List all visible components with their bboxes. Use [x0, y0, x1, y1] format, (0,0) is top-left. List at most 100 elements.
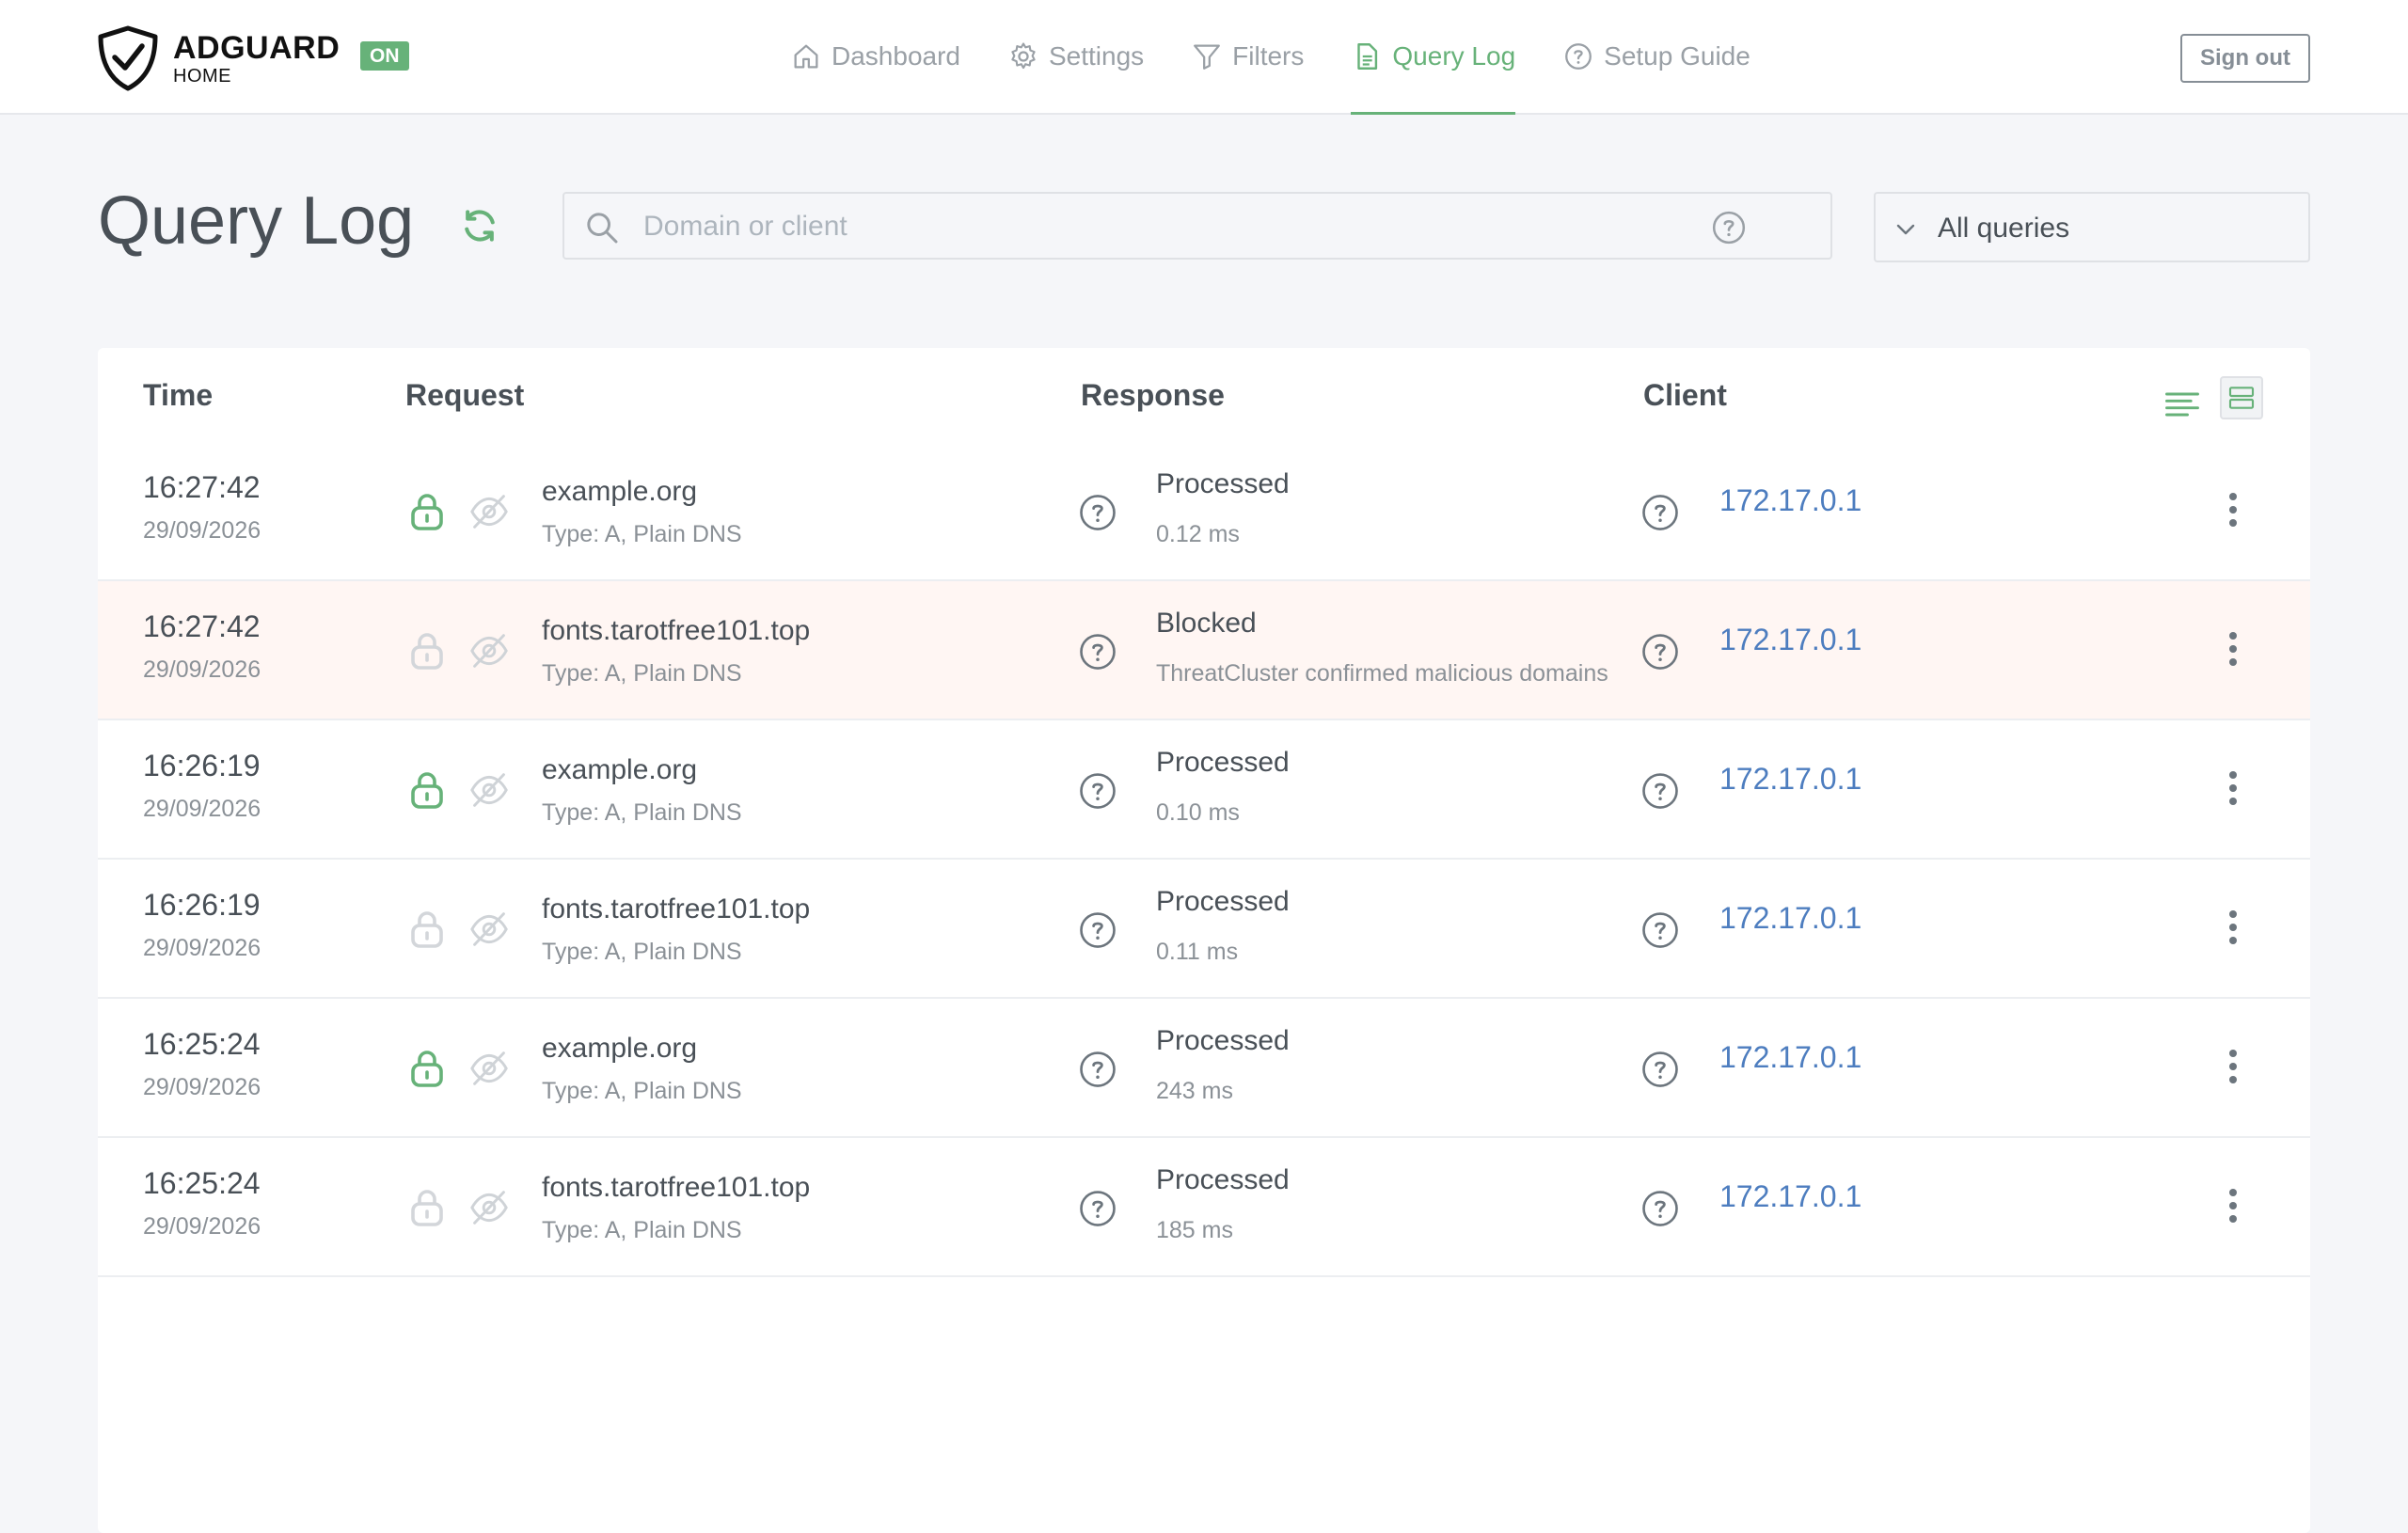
- help-circle-icon[interactable]: [1078, 493, 1117, 532]
- lock-icon: [411, 1051, 443, 1087]
- nav-query-log[interactable]: Query Log: [1351, 0, 1516, 115]
- lock-icon: [411, 633, 443, 670]
- row-time: 16:25:24: [143, 1027, 261, 1061]
- table-row[interactable]: 16:26:19 29/09/2026 example.org Type: A,…: [98, 720, 2310, 860]
- shield-check-icon: [98, 25, 158, 91]
- row-time: 16:27:42: [143, 470, 261, 504]
- adguard-logo[interactable]: ADGUARD HOME: [96, 24, 340, 92]
- column-request: Request: [405, 378, 525, 412]
- help-circle-icon: [1565, 42, 1592, 70]
- main-nav: Dashboard Settings Filters Query Log Set…: [790, 0, 1798, 115]
- help-circle-icon[interactable]: [1078, 1189, 1117, 1228]
- help-circle-icon[interactable]: [1640, 1189, 1680, 1228]
- query-type-selected: All queries: [1938, 213, 2070, 244]
- help-circle-icon[interactable]: [1078, 771, 1117, 811]
- help-circle-icon[interactable]: [1710, 209, 1748, 246]
- help-circle-icon[interactable]: [1640, 632, 1680, 672]
- column-response: Response: [1081, 378, 1225, 412]
- row-date: 29/09/2026: [143, 1074, 261, 1100]
- eye-off-icon: [470, 1191, 508, 1225]
- row-domain: example.org: [542, 476, 698, 507]
- home-icon: [794, 44, 818, 68]
- table-header: Time Request Response Client: [98, 348, 2310, 442]
- row-response-status: Blocked: [1156, 608, 1257, 639]
- row-response-detail: 185 ms: [1156, 1217, 1233, 1243]
- refresh-icon[interactable]: [459, 205, 500, 246]
- table-body: 16:27:42 29/09/2026 example.org Type: A,…: [98, 442, 2310, 1277]
- row-query-type: Type: A, Plain DNS: [542, 660, 742, 687]
- row-date: 29/09/2026: [143, 517, 261, 544]
- nav-settings-label: Settings: [1048, 40, 1145, 71]
- nav-dashboard[interactable]: Dashboard: [790, 0, 960, 115]
- row-domain: fonts.tarotfree101.top: [542, 893, 811, 925]
- query-log-table: Time Request Response Client 16:27:42 29…: [98, 348, 2310, 1533]
- search-input[interactable]: [642, 205, 1680, 248]
- row-time: 16:26:19: [143, 749, 261, 782]
- row-date: 29/09/2026: [143, 796, 261, 822]
- search-icon: [587, 213, 618, 244]
- row-client-link[interactable]: 172.17.0.1: [1719, 483, 1861, 518]
- row-client-link[interactable]: 172.17.0.1: [1719, 1040, 1861, 1075]
- help-circle-icon[interactable]: [1078, 1050, 1117, 1089]
- brand-subtitle: HOME: [173, 65, 231, 87]
- row-query-type: Type: A, Plain DNS: [542, 1078, 742, 1104]
- list-view-icon[interactable]: [2162, 384, 2203, 425]
- help-circle-icon[interactable]: [1640, 910, 1680, 950]
- row-client-link[interactable]: 172.17.0.1: [1719, 1179, 1861, 1214]
- eye-off-icon: [470, 634, 508, 668]
- row-domain: example.org: [542, 754, 698, 785]
- row-client-link[interactable]: 172.17.0.1: [1719, 762, 1861, 797]
- more-vertical-icon[interactable]: [2214, 489, 2252, 530]
- row-response-detail: 0.11 ms: [1156, 939, 1239, 965]
- help-circle-icon[interactable]: [1078, 910, 1117, 950]
- more-vertical-icon[interactable]: [2214, 1185, 2252, 1226]
- row-date: 29/09/2026: [143, 656, 261, 683]
- compact-view-button[interactable]: [2220, 376, 2263, 419]
- search-field: [562, 192, 1832, 260]
- row-client-link[interactable]: 172.17.0.1: [1719, 901, 1861, 936]
- help-circle-icon[interactable]: [1078, 632, 1117, 672]
- help-circle-icon[interactable]: [1640, 771, 1680, 811]
- row-domain: fonts.tarotfree101.top: [542, 1172, 811, 1203]
- table-row[interactable]: 16:25:24 29/09/2026 fonts.tarotfree101.t…: [98, 1138, 2310, 1277]
- row-response-detail: 0.12 ms: [1156, 521, 1240, 547]
- rows-view-icon: [2228, 387, 2255, 409]
- nav-settings[interactable]: Settings: [1007, 0, 1144, 115]
- more-vertical-icon[interactable]: [2214, 767, 2252, 809]
- eye-off-icon: [470, 912, 508, 946]
- row-time: 16:25:24: [143, 1166, 261, 1200]
- help-circle-icon[interactable]: [1640, 1050, 1680, 1089]
- row-response-status: Processed: [1156, 1025, 1290, 1056]
- table-row[interactable]: 16:26:19 29/09/2026 fonts.tarotfree101.t…: [98, 860, 2310, 999]
- sign-out-button[interactable]: Sign out: [2180, 34, 2310, 83]
- row-domain: example.org: [542, 1033, 698, 1064]
- gear-icon: [1011, 41, 1036, 69]
- table-row[interactable]: 16:25:24 29/09/2026 example.org Type: A,…: [98, 999, 2310, 1138]
- lock-icon: [411, 911, 443, 948]
- row-response-detail: ThreatCluster confirmed malicious domain…: [1156, 660, 1608, 687]
- nav-setup-guide[interactable]: Setup Guide: [1562, 0, 1751, 115]
- nav-setup-guide-label: Setup Guide: [1604, 40, 1751, 71]
- nav-filters[interactable]: Filters: [1191, 0, 1304, 115]
- nav-filters-label: Filters: [1232, 40, 1305, 71]
- more-vertical-icon[interactable]: [2214, 907, 2252, 948]
- row-response-detail: 0.10 ms: [1156, 799, 1240, 826]
- lock-icon: [411, 1190, 443, 1226]
- lock-icon: [411, 772, 443, 809]
- table-row[interactable]: 16:27:42 29/09/2026 fonts.tarotfree101.t…: [98, 581, 2310, 720]
- more-vertical-icon[interactable]: [2214, 628, 2252, 670]
- nav-query-log-label: Query Log: [1392, 40, 1516, 71]
- chevron-down-icon: [1896, 224, 1915, 235]
- row-query-type: Type: A, Plain DNS: [542, 939, 742, 965]
- filter-icon: [1194, 44, 1221, 70]
- help-circle-icon[interactable]: [1640, 493, 1680, 532]
- more-vertical-icon[interactable]: [2214, 1046, 2252, 1087]
- row-client-link[interactable]: 172.17.0.1: [1719, 623, 1861, 657]
- table-row[interactable]: 16:27:42 29/09/2026 example.org Type: A,…: [98, 442, 2310, 581]
- eye-off-icon: [470, 1051, 508, 1085]
- row-response-status: Processed: [1156, 468, 1290, 499]
- row-query-type: Type: A, Plain DNS: [542, 521, 742, 547]
- brand-name: ADGUARD: [173, 29, 341, 66]
- row-response-status: Processed: [1156, 886, 1290, 917]
- query-type-select[interactable]: All queries: [1874, 192, 2310, 262]
